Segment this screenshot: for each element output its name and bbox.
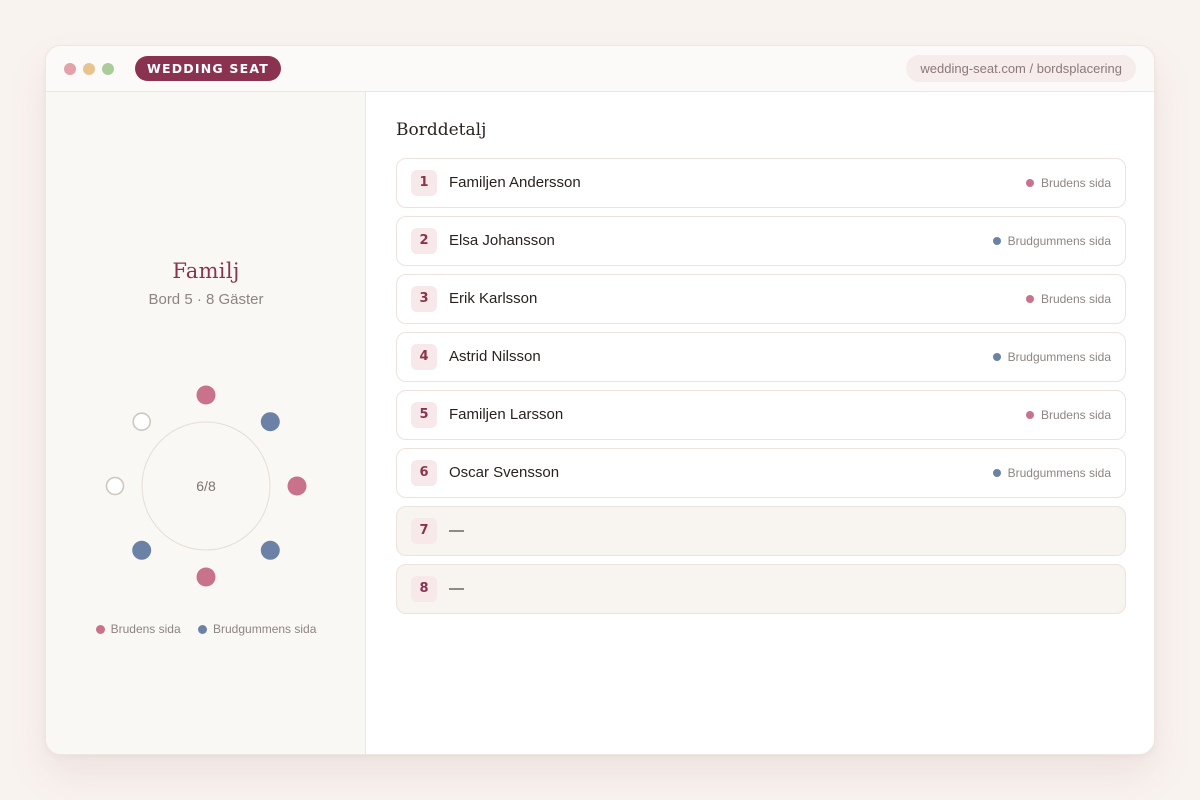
groom-dot-icon bbox=[198, 624, 207, 634]
seat-bride[interactable] bbox=[196, 567, 216, 587]
seat-groom[interactable] bbox=[260, 540, 280, 560]
side-badge: Brudgummens sida bbox=[992, 466, 1111, 480]
seat-row[interactable]: 8— bbox=[396, 564, 1126, 614]
side-badge: Brudgummens sida bbox=[992, 234, 1111, 248]
guest-name: Astrid Nilsson bbox=[449, 348, 541, 365]
guest-name: Oscar Svensson bbox=[449, 464, 560, 481]
groom-dot-icon bbox=[992, 353, 1001, 361]
legend-bride: Brudens sida bbox=[95, 622, 181, 636]
bride-dot-icon bbox=[1025, 411, 1034, 419]
guest-name: Familjen Larsson bbox=[449, 406, 564, 423]
legend-bride-label: Brudens sida bbox=[110, 622, 181, 636]
seat-number: 7 bbox=[411, 518, 437, 544]
seat-row[interactable]: 2 Elsa Johansson Brudgummens sida bbox=[396, 216, 1126, 266]
side-badge: Brudens sida bbox=[1025, 292, 1111, 306]
window-close-dot[interactable] bbox=[64, 63, 76, 75]
groom-dot-icon bbox=[992, 469, 1001, 477]
seat-empty[interactable] bbox=[132, 412, 151, 431]
side-label: Brudens sida bbox=[1040, 408, 1111, 422]
table-subtitle: Bord 5 · 8 Gäster bbox=[148, 291, 264, 308]
brand-badge[interactable]: WEDDING SEAT bbox=[135, 56, 281, 81]
seat-bride[interactable] bbox=[196, 385, 216, 405]
bride-dot-icon bbox=[1025, 295, 1034, 303]
seat-number: 2 bbox=[411, 228, 437, 254]
bride-dot-icon bbox=[1025, 179, 1034, 187]
seat-number: 8 bbox=[411, 576, 437, 602]
window-maximize-dot[interactable] bbox=[102, 63, 114, 75]
guest-name: Familjen Andersson bbox=[449, 174, 581, 191]
seat-number: 1 bbox=[411, 170, 437, 196]
app-window: WEDDING SEAT wedding-seat.com / bordspla… bbox=[45, 45, 1155, 755]
guest-name: Erik Karlsson bbox=[449, 290, 538, 307]
guest-name: — bbox=[449, 522, 464, 539]
guest-name: Elsa Johansson bbox=[449, 232, 555, 249]
url-bar[interactable]: wedding-seat.com / bordsplacering bbox=[906, 55, 1136, 82]
seat-bride[interactable] bbox=[287, 476, 307, 496]
table-overview-panel: Familj Bord 5 · 8 Gäster 6/8 Brudens sid… bbox=[46, 92, 366, 754]
side-badge: Brudens sida bbox=[1025, 176, 1111, 190]
seat-number: 6 bbox=[411, 460, 437, 486]
section-title: Borddetalj bbox=[396, 120, 487, 140]
seat-row[interactable]: 1 Familjen Andersson Brudens sida bbox=[396, 158, 1126, 208]
side-badge: Brudgummens sida bbox=[992, 350, 1111, 364]
seat-row[interactable]: 3 Erik Karlsson Brudens sida bbox=[396, 274, 1126, 324]
seat-row[interactable]: 4 Astrid Nilsson Brudgummens sida bbox=[396, 332, 1126, 382]
seat-number: 5 bbox=[411, 402, 437, 428]
seat-row[interactable]: 5 Familjen Larsson Brudens sida bbox=[396, 390, 1126, 440]
seat-row[interactable]: 6 Oscar Svensson Brudgummens sida bbox=[396, 448, 1126, 498]
seat-empty[interactable] bbox=[105, 476, 125, 496]
seat-number: 3 bbox=[411, 286, 437, 312]
table-name: Familj bbox=[172, 259, 240, 283]
seat-groom[interactable] bbox=[260, 412, 280, 432]
side-label: Brudgummens sida bbox=[1007, 466, 1111, 480]
guest-list: 1 Familjen Andersson Brudens sida 2 Elsa Joh… bbox=[396, 158, 1126, 622]
occupancy-label: 6/8 bbox=[196, 478, 216, 494]
seat-legend: Brudens sida Brudgummens sida bbox=[46, 622, 366, 637]
title-bar: WEDDING SEAT wedding-seat.com / bordspla… bbox=[46, 46, 1154, 92]
side-label: Brudgummens sida bbox=[1007, 234, 1111, 248]
side-label: Brudgummens sida bbox=[1007, 350, 1111, 364]
groom-dot-icon bbox=[992, 237, 1001, 245]
table-detail-panel: Borddetalj 1 Familjen Andersson Brudens si… bbox=[366, 92, 1154, 754]
bride-dot-icon bbox=[95, 624, 105, 634]
legend-groom-label: Brudgummens sida bbox=[213, 622, 317, 636]
side-badge: Brudens sida bbox=[1025, 408, 1111, 422]
seat-groom[interactable] bbox=[132, 540, 152, 560]
window-minimize-dot[interactable] bbox=[83, 63, 95, 75]
seat-row[interactable]: 7— bbox=[396, 506, 1126, 556]
side-label: Brudens sida bbox=[1040, 292, 1111, 306]
side-label: Brudens sida bbox=[1040, 176, 1111, 190]
seat-number: 4 bbox=[411, 344, 437, 370]
legend-groom: Brudgummens sida bbox=[198, 622, 316, 636]
round-table-diagram: 6/8 bbox=[105, 385, 307, 587]
guest-name: — bbox=[449, 580, 464, 597]
